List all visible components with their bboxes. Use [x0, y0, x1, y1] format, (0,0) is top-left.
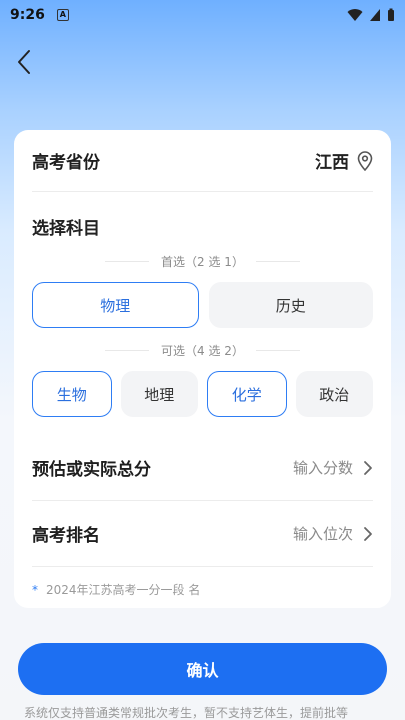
province-value: 江西	[315, 153, 349, 173]
location-pin-icon	[357, 150, 373, 171]
subject-option-history[interactable]: 历史	[208, 282, 373, 328]
footnote-star: *	[32, 583, 38, 597]
form-card: 高考省份 江西 选择科目 首选（2 选 1） 物理 历史 可选（4 选 2） 生…	[14, 130, 391, 608]
rank-label: 高考排名	[32, 526, 100, 546]
battery-icon	[388, 8, 394, 21]
primary-hint: 首选（2 选 1）	[32, 253, 373, 270]
signal-icon	[370, 9, 380, 21]
primary-options: 物理 历史	[32, 282, 373, 328]
subject-option-chemistry[interactable]: 化学	[207, 371, 287, 417]
divider	[105, 261, 150, 262]
province-selector[interactable]: 江西	[315, 148, 373, 173]
status-time: 9:26	[10, 7, 45, 23]
province-row[interactable]: 高考省份 江西	[32, 130, 373, 192]
score-placeholder: 输入分数	[292, 459, 353, 477]
chevron-left-icon	[18, 50, 30, 74]
notification-icon: A	[56, 9, 69, 21]
wifi-icon	[347, 9, 363, 21]
primary-hint-text: 首选（2 选 1）	[161, 255, 244, 269]
secondary-hint: 可选（4 选 2）	[32, 342, 373, 359]
footnote: * 2024年江苏高考一分一段 名	[32, 581, 373, 598]
province-label: 高考省份	[32, 153, 100, 173]
score-input[interactable]: 输入分数	[293, 457, 373, 478]
chevron-right-icon	[364, 460, 372, 475]
chevron-right-icon	[364, 526, 372, 541]
footnote-text: 2024年江苏高考一分一段 名	[46, 583, 201, 597]
rank-input[interactable]: 输入位次	[293, 523, 373, 544]
status-bar: 9:26 A	[0, 0, 405, 30]
divider	[255, 261, 300, 262]
secondary-options: 生物 地理 化学 政治	[32, 371, 373, 417]
back-button[interactable]	[10, 48, 38, 76]
divider	[255, 350, 300, 351]
secondary-hint-text: 可选（4 选 2）	[161, 344, 244, 358]
score-label: 预估或实际总分	[32, 460, 151, 480]
subject-option-politics[interactable]: 政治	[295, 371, 373, 417]
subject-option-physics[interactable]: 物理	[32, 282, 199, 328]
subject-option-biology[interactable]: 生物	[32, 371, 112, 417]
divider	[105, 350, 150, 351]
rank-placeholder: 输入位次	[292, 525, 353, 543]
subject-option-geography[interactable]: 地理	[120, 371, 198, 417]
bottom-note: 系统仅支持普通类常规批次考生，暂不支持艺体生，提前批等	[24, 706, 349, 720]
score-row[interactable]: 预估或实际总分 输入分数	[32, 435, 373, 501]
rank-row[interactable]: 高考排名 输入位次	[32, 501, 373, 567]
status-icons	[347, 8, 395, 22]
subject-title: 选择科目	[32, 219, 100, 239]
confirm-button[interactable]: 确认	[18, 643, 387, 695]
